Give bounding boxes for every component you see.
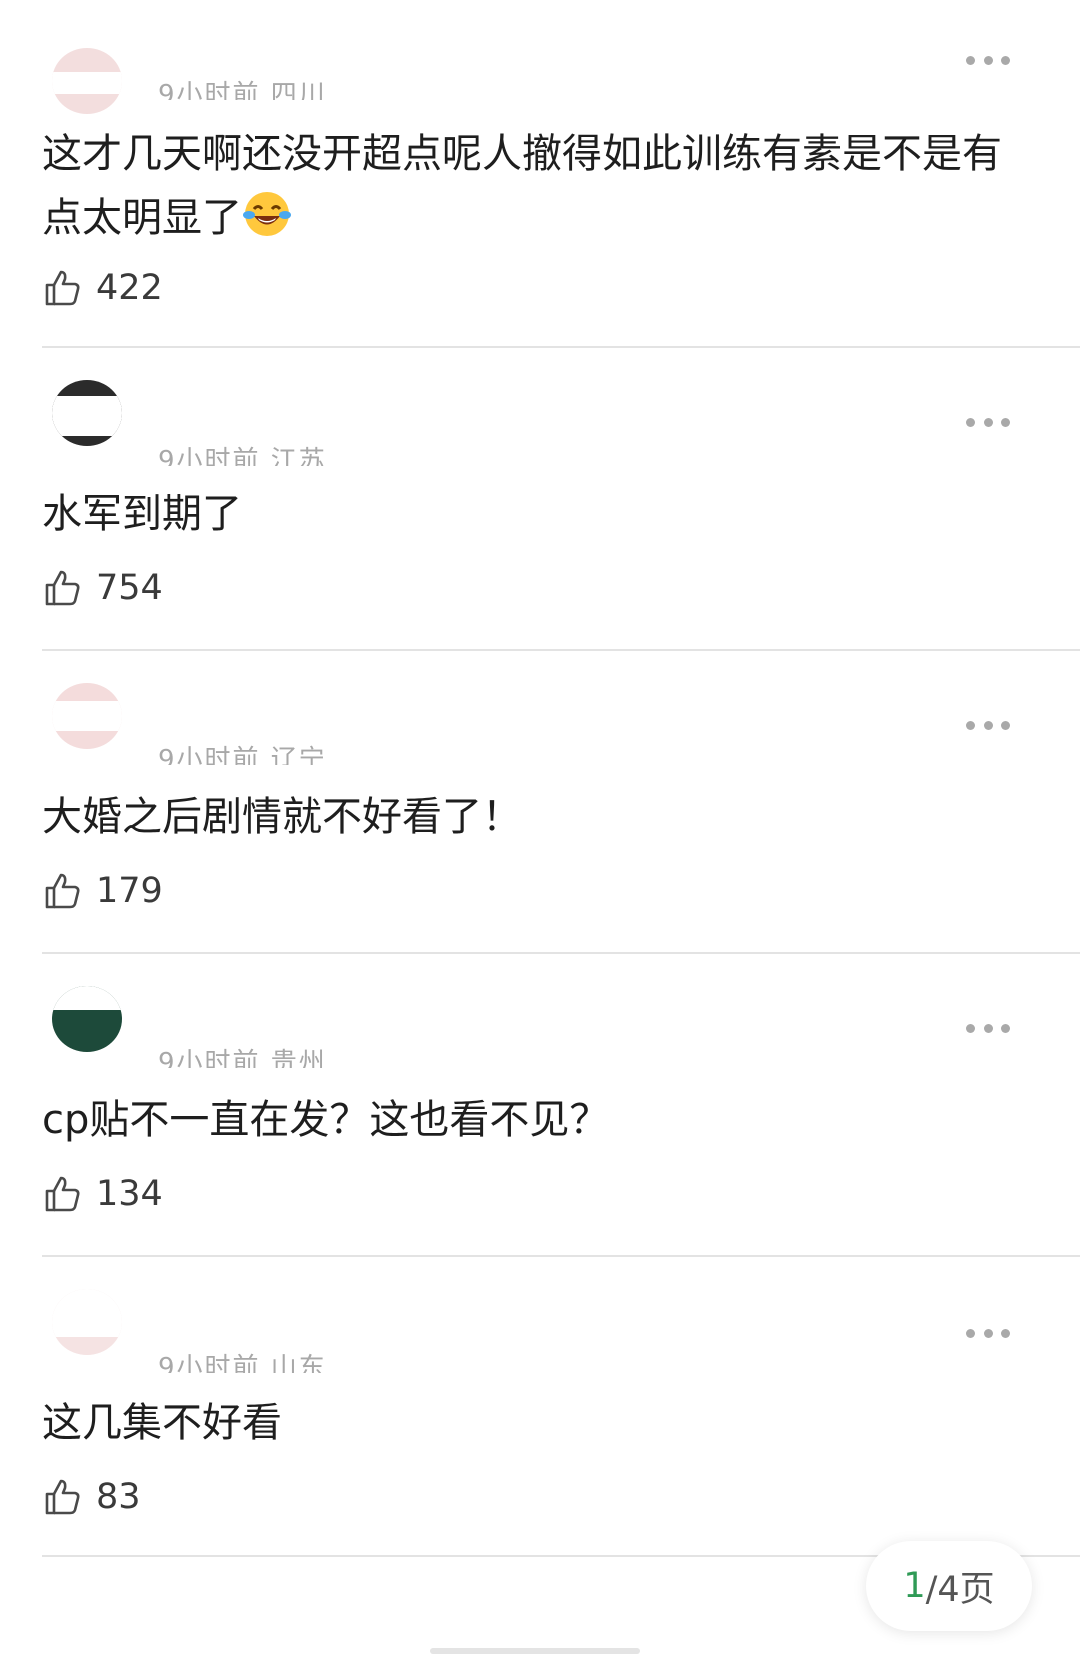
like-button[interactable]: 83 [42, 1477, 141, 1517]
comment-text: 这才几天啊还没开超点呢人撤得如此训练有素是不是有点太明显了 [42, 122, 1020, 250]
home-indicator[interactable] [430, 1648, 640, 1654]
comment-meta: 9小时前 山东 [158, 1353, 327, 1373]
more-options-button[interactable] [966, 412, 1010, 432]
more-options-button[interactable] [966, 715, 1010, 735]
avatar-crop [52, 1289, 122, 1337]
avatar[interactable] [52, 1289, 122, 1355]
comment-body: 大婚之后剧情就不好看了！ [42, 794, 522, 840]
like-button[interactable]: 422 [42, 268, 163, 308]
comment-meta: 9小时前 四川 [158, 80, 327, 100]
laughing-crying-emoji-icon [243, 192, 291, 236]
like-count: 179 [96, 871, 163, 911]
comment-item: 9小时前 四川 这才几天啊还没开超点呢人撤得如此训练有素是不是有点太明显了 42 [42, 0, 1080, 348]
current-page: 1 [903, 1566, 926, 1606]
like-count: 83 [96, 1477, 141, 1517]
more-dots-icon [983, 1023, 993, 1033]
avatar[interactable] [52, 380, 122, 446]
avatar[interactable] [52, 48, 122, 114]
avatar[interactable] [52, 683, 122, 749]
more-dots-icon [1001, 417, 1010, 427]
more-dots-icon [966, 720, 975, 730]
avatar[interactable] [52, 986, 122, 1052]
avatar-crop [52, 72, 122, 94]
avatar-crop [52, 701, 122, 731]
more-dots-icon [983, 417, 993, 427]
comment-text: 水军到期了 [42, 482, 1020, 546]
avatar-crop [52, 986, 122, 1010]
thumbs-up-icon [45, 873, 80, 909]
comment-body: 这才几天啊还没开超点呢人撤得如此训练有素是不是有点太明显了 [42, 131, 1002, 241]
more-dots-icon [983, 720, 993, 730]
page-indicator-button[interactable]: 1/4页 [866, 1541, 1032, 1631]
like-button[interactable]: 179 [42, 871, 163, 911]
comment-text: cp贴不一直在发？这也看不见？ [42, 1088, 1020, 1152]
more-dots-icon [966, 1023, 975, 1033]
more-options-button[interactable] [966, 1323, 1010, 1343]
thumbs-up-icon [45, 570, 80, 606]
more-dots-icon [1001, 720, 1010, 730]
like-button[interactable]: 754 [42, 568, 163, 608]
comment-meta: 9小时前 贵州 [158, 1048, 327, 1068]
thumbs-up-icon [45, 1479, 80, 1515]
more-dots-icon [966, 55, 975, 65]
comment-text: 大婚之后剧情就不好看了！ [42, 785, 1020, 849]
comment-item: 9小时前 江苏 水军到期了 754 [42, 348, 1080, 651]
page-total: /4页 [925, 1569, 995, 1610]
like-button[interactable]: 134 [42, 1174, 163, 1214]
more-options-button[interactable] [966, 50, 1010, 70]
more-dots-icon [983, 1328, 993, 1338]
more-dots-icon [1001, 1328, 1010, 1338]
more-dots-icon [1001, 55, 1010, 65]
comment-item: 9小时前 山东 这几集不好看 83 [42, 1257, 1080, 1557]
thumbs-up-icon [45, 1176, 80, 1212]
comment-body: 水军到期了 [42, 491, 242, 537]
comment-item: 9小时前 贵州 cp贴不一直在发？这也看不见？ 134 [42, 954, 1080, 1257]
more-dots-icon [966, 417, 975, 427]
more-dots-icon [983, 55, 993, 65]
comment-body: cp贴不一直在发？这也看不见？ [42, 1097, 610, 1143]
like-count: 134 [96, 1174, 163, 1214]
like-count: 754 [96, 568, 163, 608]
avatar-crop [52, 396, 122, 436]
comment-item: 9小时前 辽宁 大婚之后剧情就不好看了！ 179 [42, 651, 1080, 954]
comment-meta: 9小时前 江苏 [158, 446, 327, 466]
more-dots-icon [966, 1328, 975, 1338]
comment-text: 这几集不好看 [42, 1391, 1020, 1455]
comment-feed: 9小时前 四川 这才几天啊还没开超点呢人撤得如此训练有素是不是有点太明显了 42 [0, 0, 1080, 1557]
more-dots-icon [1001, 1023, 1010, 1033]
comment-meta: 9小时前 辽宁 [158, 745, 327, 765]
more-options-button[interactable] [966, 1018, 1010, 1038]
like-count: 422 [96, 268, 163, 308]
comment-body: 这几集不好看 [42, 1400, 282, 1446]
thumbs-up-icon [45, 270, 80, 306]
